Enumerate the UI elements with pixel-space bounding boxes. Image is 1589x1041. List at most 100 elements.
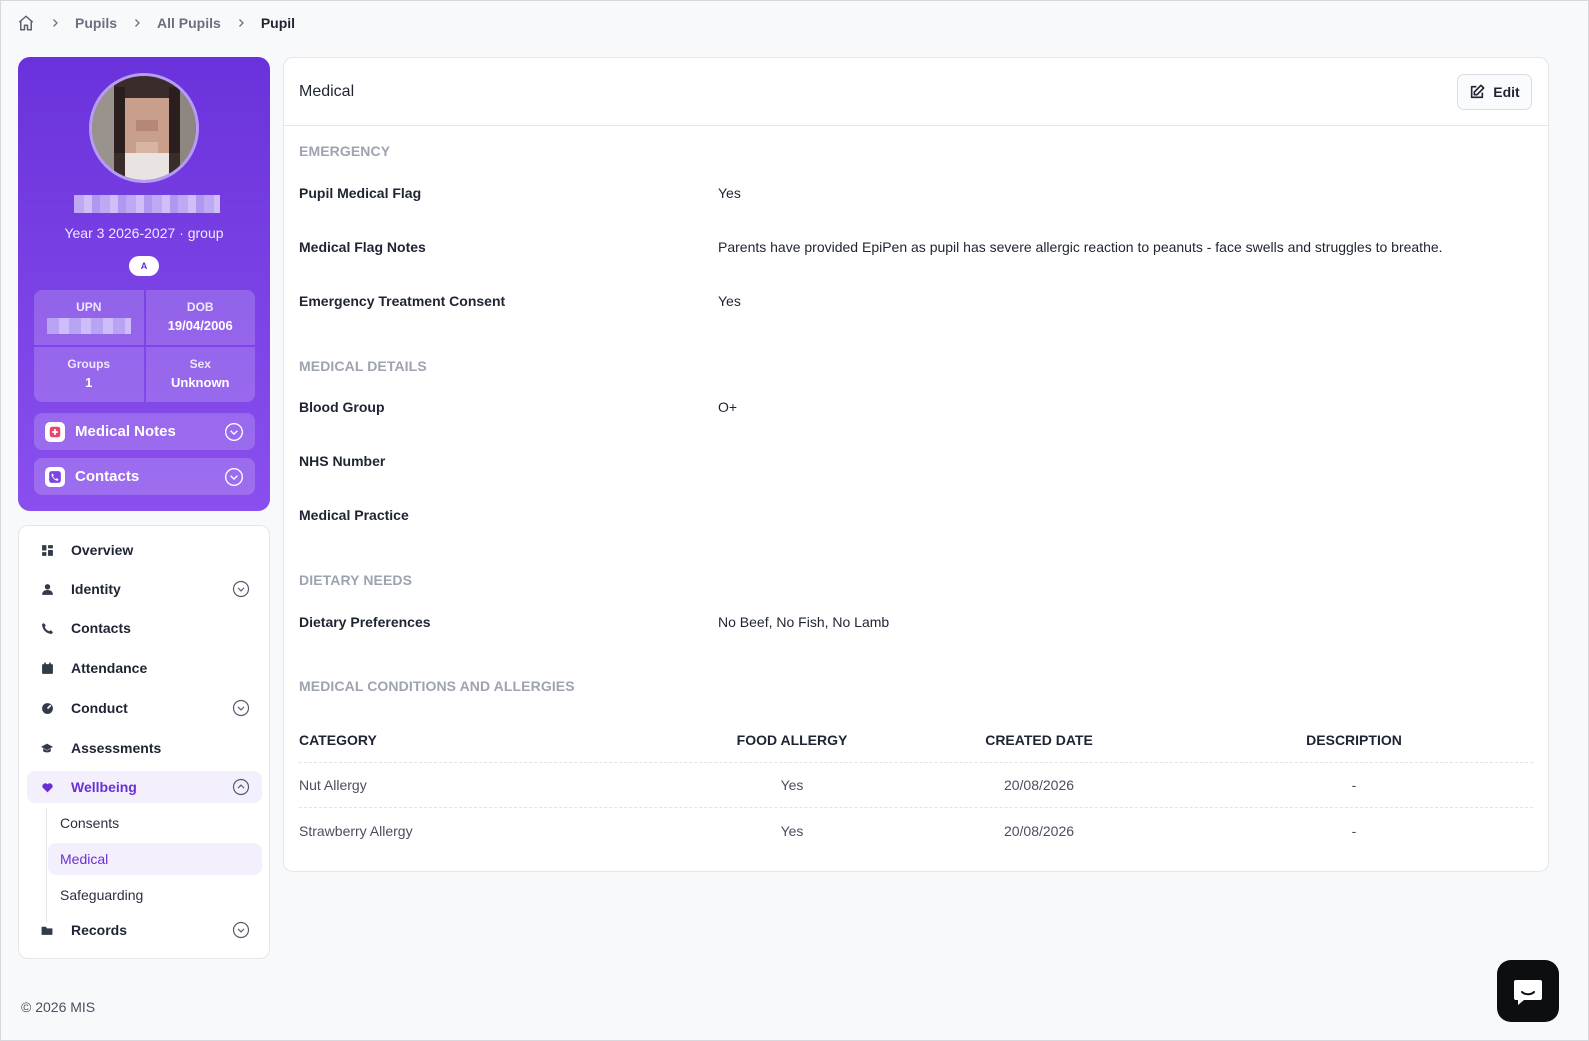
- sidebar-item-wellbeing[interactable]: Wellbeing: [27, 771, 262, 803]
- sidebar-item-label: Identity: [71, 581, 121, 597]
- sidebar-item-overview[interactable]: Overview: [27, 534, 262, 566]
- edit-icon: [1469, 84, 1485, 100]
- sidebar-item-assessments[interactable]: Assessments: [27, 732, 262, 764]
- table-row[interactable]: Strawberry Allergy Yes 20/08/2026 -: [299, 808, 1533, 853]
- panel-header: Medical Edit: [284, 58, 1548, 126]
- person-icon: [39, 583, 55, 596]
- avatar: [89, 73, 199, 183]
- stat-label: Sex: [189, 357, 211, 371]
- field-label: Dietary Preferences: [299, 614, 431, 630]
- section-conditions: MEDICAL CONDITIONS AND ALLERGIES: [299, 678, 575, 694]
- pupil-stats: UPN DOB 19/04/2006 Groups 1 Sex Unknown: [34, 290, 255, 402]
- field-value: No Beef, No Fish, No Lamb: [718, 614, 890, 630]
- stat-value: Unknown: [171, 375, 230, 390]
- field-value: Parents have provided EpiPen as pupil ha…: [718, 239, 1443, 255]
- table-cell: Strawberry Allergy: [299, 822, 413, 839]
- upn-redacted: [46, 318, 131, 334]
- table-cell: -: [1351, 777, 1357, 793]
- breadcrumb-pupils[interactable]: Pupils: [75, 15, 117, 31]
- sidebar-item-label: Overview: [71, 542, 134, 558]
- stat-label: Groups: [67, 357, 111, 371]
- edit-button[interactable]: Edit: [1457, 73, 1532, 110]
- breadcrumb-all-pupils[interactable]: All Pupils: [157, 15, 221, 31]
- sidebar-subitem-consents[interactable]: Consents: [48, 807, 262, 839]
- phone-icon: [39, 622, 55, 635]
- field-label: Emergency Treatment Consent: [299, 293, 506, 309]
- chevron-down-icon: [224, 422, 244, 442]
- dashboard-icon: [39, 544, 55, 557]
- chevron-up-icon[interactable]: [232, 778, 250, 796]
- section-dietary-needs: DIETARY NEEDS: [299, 572, 413, 588]
- calendar-icon: [39, 662, 55, 675]
- sidebar-item-label: Conduct: [71, 700, 128, 716]
- chevron-down-icon: [224, 467, 244, 487]
- table-cell: Nut Allergy: [299, 777, 367, 793]
- field-label: NHS Number: [299, 453, 386, 469]
- breadcrumb: Pupils All Pupils Pupil: [17, 13, 295, 33]
- stat-upn: UPN: [34, 290, 144, 345]
- field-value: O+: [718, 399, 738, 415]
- submenu-divider: [46, 808, 47, 922]
- column-header: DESCRIPTION: [1306, 732, 1402, 748]
- sidebar-item-label: Records: [71, 922, 128, 938]
- field-value: Yes: [718, 185, 741, 201]
- page-title: Medical: [299, 82, 355, 100]
- home-icon[interactable]: [17, 14, 35, 32]
- chevron-down-icon[interactable]: [232, 921, 250, 939]
- sidebar-item-contacts[interactable]: Contacts: [27, 612, 262, 644]
- field-label: Medical Flag Notes: [299, 239, 426, 255]
- medical-icon: [45, 421, 65, 442]
- sidebar-item-identity[interactable]: Identity: [27, 573, 262, 605]
- section-emergency: EMERGENCY: [299, 143, 391, 159]
- stat-sex: Sex Unknown: [145, 347, 255, 402]
- chevron-down-icon[interactable]: [232, 699, 250, 717]
- table-cell: Yes: [780, 822, 804, 839]
- chevron-right-icon: [131, 17, 143, 29]
- phone-icon: [45, 466, 65, 487]
- conditions-table: CATEGORY FOOD ALLERGY CREATED DATE DESCR…: [299, 718, 1533, 853]
- sidebar-item-attendance[interactable]: Attendance: [27, 652, 262, 684]
- sidebar-item-label: Wellbeing: [71, 779, 137, 795]
- medical-panel: Medical Edit EMERGENCY Pupil Medical Fla…: [283, 57, 1549, 872]
- stat-value: 1: [85, 375, 93, 390]
- conduct-icon: [39, 702, 55, 715]
- chevron-down-icon[interactable]: [232, 580, 250, 598]
- table-row[interactable]: Nut Allergy Yes 20/08/2026 -: [299, 763, 1533, 808]
- medical-notes-accordion[interactable]: Medical Notes: [34, 413, 255, 450]
- stat-dob: DOB 19/04/2006: [145, 290, 255, 345]
- column-header: CATEGORY: [299, 732, 377, 748]
- sidebar-item-records[interactable]: Records: [27, 914, 262, 946]
- pupil-name-redacted: [74, 195, 220, 213]
- sidebar-item-label: Assessments: [71, 740, 162, 756]
- sidebar-item-label: Attendance: [71, 660, 148, 676]
- section-medical-details: MEDICAL DETAILS: [299, 358, 427, 374]
- sidebar-subitem-medical[interactable]: Medical: [48, 843, 262, 875]
- edit-label: Edit: [1493, 83, 1520, 100]
- table-header: CATEGORY FOOD ALLERGY CREATED DATE DESCR…: [299, 718, 1533, 763]
- chat-button[interactable]: [1497, 960, 1559, 1022]
- chevron-right-icon: [49, 17, 61, 29]
- column-header: FOOD ALLERGY: [736, 732, 848, 748]
- footer-copyright: © 2026 MIS: [21, 999, 96, 1015]
- contacts-accordion[interactable]: Contacts: [34, 458, 255, 495]
- field-label: Blood Group: [299, 399, 385, 415]
- table-cell: Yes: [780, 777, 804, 793]
- folder-icon: [39, 924, 55, 937]
- table-cell: 20/08/2026: [1003, 822, 1075, 839]
- stat-groups: Groups 1: [34, 347, 144, 402]
- contacts-label: Contacts: [75, 468, 140, 485]
- pupil-profile-card: Year 3 2026-2027 · group A UPN DOB 19/04…: [18, 57, 270, 511]
- sidebar-item-conduct[interactable]: Conduct: [27, 692, 262, 724]
- field-label: Pupil Medical Flag: [299, 185, 422, 201]
- chevron-right-icon: [235, 17, 247, 29]
- sidebar-subitem-safeguarding[interactable]: Safeguarding: [48, 879, 262, 911]
- column-header: CREATED DATE: [985, 732, 1093, 748]
- stat-label: UPN: [76, 300, 102, 314]
- medical-notes-label: Medical Notes: [75, 423, 176, 440]
- stat-value: 19/04/2006: [167, 318, 233, 333]
- chat-icon: [1512, 976, 1544, 1006]
- table-cell: -: [1351, 822, 1357, 839]
- field-value: Yes: [718, 293, 741, 309]
- status-badge: A: [129, 256, 159, 276]
- breadcrumb-current: Pupil: [260, 15, 296, 31]
